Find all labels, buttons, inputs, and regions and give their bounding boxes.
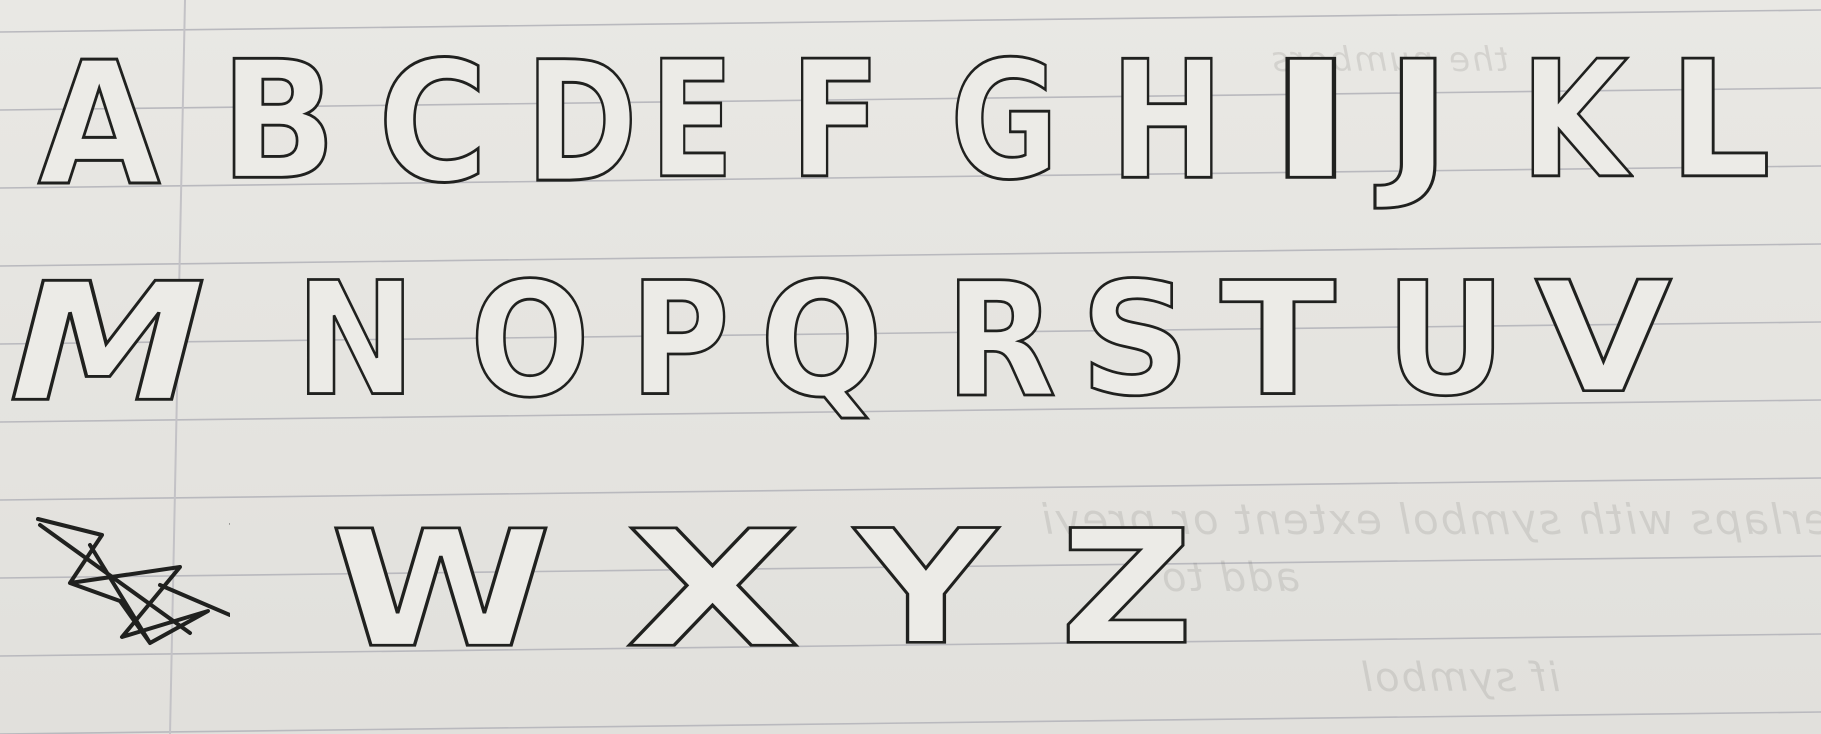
outline-letter-q: Q bbox=[759, 248, 884, 434]
outline-letter-d: D bbox=[524, 26, 639, 221]
outline-letter-t: T bbox=[1219, 249, 1338, 432]
outline-letter-e: E bbox=[649, 26, 735, 215]
outline-letter-f: F bbox=[789, 26, 882, 215]
outline-letter-z: Z bbox=[1058, 497, 1194, 681]
outline-letter-p: P bbox=[629, 249, 731, 432]
outline-letter-x: X bbox=[623, 497, 802, 684]
outline-letter-b: B bbox=[219, 26, 338, 217]
outline-letter-y: Y bbox=[853, 497, 998, 681]
outline-letter-h: H bbox=[1109, 26, 1225, 217]
outline-letter-w: W bbox=[328, 497, 553, 684]
ghost-line: if symbol bbox=[1360, 655, 1561, 701]
outline-letter-v: V bbox=[1533, 249, 1673, 428]
outline-letter-c: C bbox=[377, 26, 489, 221]
lined-notebook-paper: the numbers it extent overlaps with symb… bbox=[0, 0, 1821, 734]
outline-letter-g: G bbox=[949, 26, 1060, 217]
outline-letter-k: K bbox=[1519, 26, 1629, 215]
outline-letter-s: S bbox=[1079, 249, 1192, 432]
outline-letter-o: O bbox=[469, 248, 591, 434]
crossed-out-scribble bbox=[36, 517, 230, 645]
outline-letter-l: L bbox=[1667, 26, 1773, 215]
outline-letter-r: R bbox=[944, 248, 1058, 434]
outline-letter-n: N bbox=[294, 249, 417, 432]
outline-letter-i: I bbox=[1263, 26, 1359, 217]
outline-letter-a: A bbox=[37, 26, 162, 224]
outline-letter-j: J bbox=[1383, 26, 1453, 215]
outline-letter-u: U bbox=[1384, 249, 1508, 432]
